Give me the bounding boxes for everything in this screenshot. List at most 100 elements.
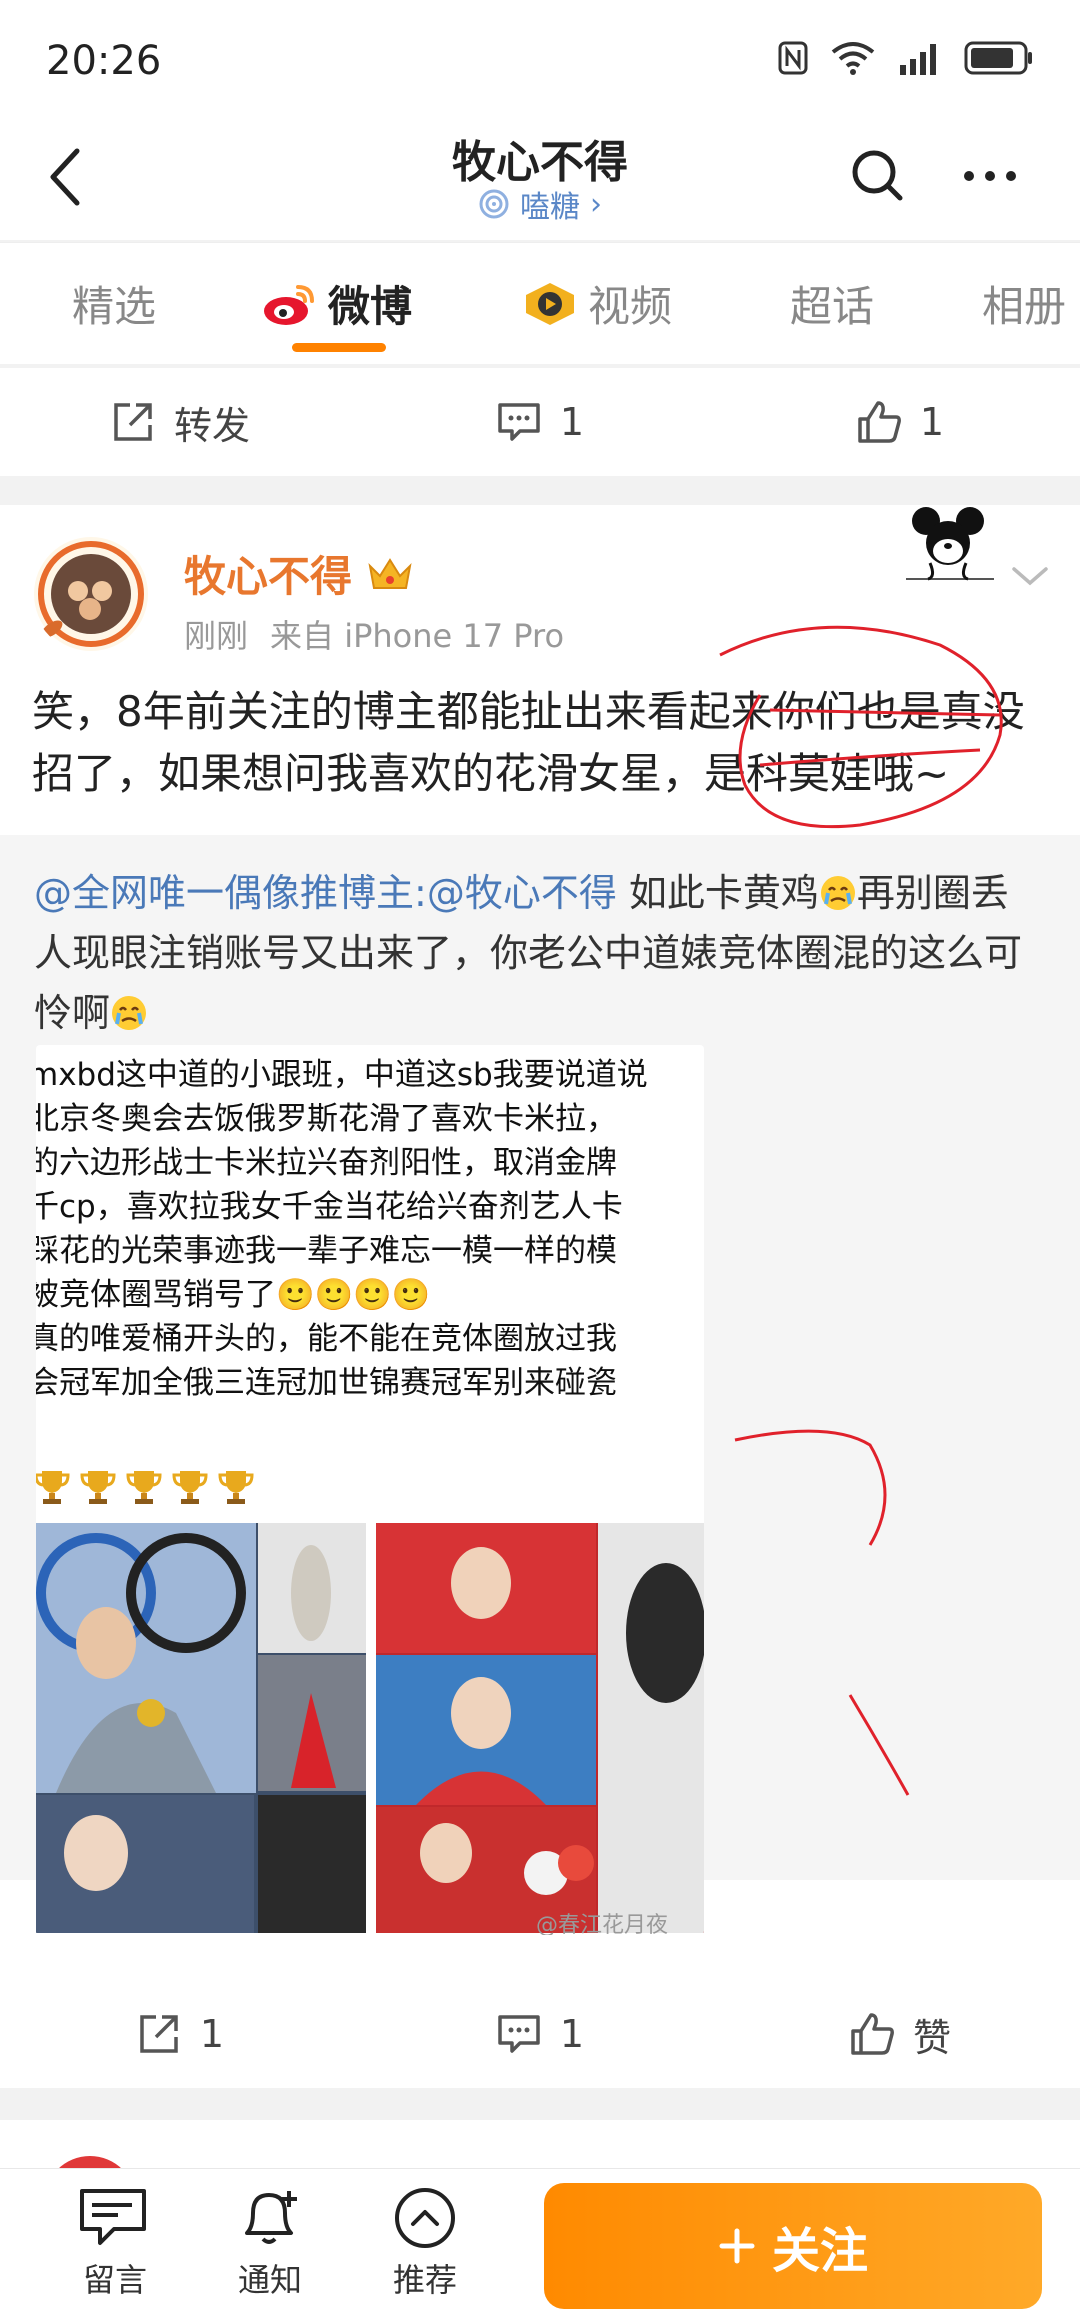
post-meta: 刚刚 来自 iPhone 17 Pro: [184, 611, 564, 657]
repost-label: 转发: [173, 403, 250, 448]
image-text-line: mxbd这中道的小跟班，中道这sb我要说道说: [36, 1057, 648, 1093]
comment-button[interactable]: 1: [360, 368, 720, 476]
image-text-line: 北京冬奥会去饭俄罗斯花滑了喜欢卡米拉，: [36, 1101, 617, 1137]
signal-icon: [900, 44, 936, 75]
repost-text-a: 如此卡黄鸡: [616, 871, 819, 915]
post-card: 牧心不得 刚刚 来自 iPhone 17 Pro 笑，8年前关注的博主都能扯出来看…: [0, 505, 1080, 1980]
username-text: 牧心不得: [184, 552, 353, 601]
tab-label: 视频: [588, 282, 673, 331]
up-circle-icon: [395, 2188, 455, 2248]
like-button[interactable]: 赞: [720, 1980, 1080, 2088]
plus-icon: [719, 2228, 755, 2264]
follow-label: 关注: [771, 2223, 868, 2279]
comment-icon: [498, 2015, 540, 2053]
share-icon: [140, 2015, 178, 2053]
comment-count: 1: [559, 2012, 585, 2056]
skater-photo-collage-right: [376, 1523, 704, 1933]
trophy-icon: [36, 1471, 70, 1504]
nfc-icon: [778, 41, 808, 75]
nav-bar: 牧心不得 嗑糖 ›: [0, 120, 1080, 240]
video-icon: [526, 282, 574, 325]
comment-icon: [498, 403, 540, 441]
follow-button[interactable]: 关注: [544, 2183, 1042, 2309]
image-text-line: 踩花的光荣事迹我一辈子难忘一模一样的模: [36, 1233, 617, 1269]
tab-featured[interactable]: 精选: [72, 273, 156, 334]
more-icon: [964, 171, 1016, 181]
skater-photo-collage-left: [36, 1523, 366, 1933]
comment-tab-button[interactable]: 留言: [60, 2187, 170, 2301]
image-text-line: 的六边形战士卡米拉兴奋剂阳性，取消金牌: [36, 1145, 617, 1181]
post-actions: 1 1 赞: [0, 1980, 1080, 2088]
crown-icon: [368, 557, 412, 589]
mention-link[interactable]: :@牧心不得: [414, 871, 617, 915]
image-watermark: @春江花月夜: [536, 1913, 669, 1935]
spiral-icon: [479, 189, 509, 219]
mickey-sticker-icon: [906, 507, 994, 581]
avatar[interactable]: [32, 535, 150, 653]
repost-button[interactable]: 转发: [0, 368, 360, 476]
weibo-logo-icon: [264, 284, 314, 325]
nav-subtitle: 嗑糖: [520, 190, 580, 225]
notify-button[interactable]: 通知: [215, 2187, 325, 2301]
like-count: 1: [919, 400, 945, 444]
battery-icon: [964, 41, 1032, 75]
repost-image[interactable]: mxbd这中道的小跟班，中道这sb我要说道说 北京冬奥会去饭俄罗斯花滑了喜欢卡米…: [36, 1045, 704, 1935]
page-title: 牧心不得: [452, 137, 628, 188]
bell-plus-icon: [245, 2191, 297, 2244]
tab-weibo[interactable]: 微博: [262, 273, 412, 334]
mention-link[interactable]: @全网唯一偶像推博主: [34, 871, 414, 915]
tab-video[interactable]: 视频: [522, 273, 672, 334]
image-text-line: 千cp，喜欢拉我女千金当花给兴奋剂艺人卡: [36, 1189, 623, 1225]
trophy-row: [36, 1467, 256, 1507]
repost-button[interactable]: 1: [0, 1980, 360, 2088]
tab-label: 超话: [790, 282, 875, 331]
repost-box[interactable]: @全网唯一偶像推博主:@牧心不得 如此卡黄鸡 再别圈丢人现眼注销账号又出来了，你老…: [0, 835, 1080, 1935]
trophy-icon: [218, 1471, 254, 1504]
status-time: 20:26: [46, 38, 162, 84]
recommend-button[interactable]: 推荐: [370, 2187, 480, 2301]
tab-album[interactable]: 相册: [982, 273, 1066, 334]
trophy-icon: [172, 1471, 208, 1504]
crying-emoji-icon: [820, 876, 855, 910]
recommend-label: 推荐: [392, 2261, 457, 2299]
thumbs-up-icon: [858, 401, 901, 443]
wifi-icon: [831, 42, 875, 75]
supertopic-link[interactable]: 嗑糖 ›: [0, 182, 1080, 228]
bottom-action-bar: 留言 通知 推荐 关注: [0, 2168, 1080, 2324]
comment-count: 1: [559, 400, 585, 444]
image-text-line: 被竞体圈骂销号了🙂🙂🙂🙂: [36, 1277, 431, 1313]
thumbs-up-icon: [851, 2013, 894, 2055]
tab-label: 精选: [72, 282, 157, 331]
image-text-line: 真的唯爱桶开头的，能不能在竞体圈放过我: [36, 1321, 617, 1357]
tab-bar: 精选 微博 视频 超话 相册: [0, 242, 1080, 364]
like-label: 赞: [912, 2015, 951, 2060]
image-text-line: 会冠军加全俄三连冠加世锦赛冠军别来碰瓷: [36, 1365, 617, 1401]
notify-label: 通知: [237, 2261, 302, 2299]
trophy-icon: [80, 1471, 116, 1504]
repost-count: 1: [199, 2012, 225, 2056]
tab-active-indicator: [292, 343, 386, 352]
like-button[interactable]: 1: [720, 368, 1080, 476]
chevron-right-icon: ›: [590, 186, 602, 222]
post-source: 来自 iPhone 17 Pro: [270, 617, 565, 655]
repost-text: @全网唯一偶像推博主:@牧心不得 如此卡黄鸡 再别圈丢人现眼注销账号又出来了，你老…: [34, 863, 1044, 1043]
trophy-icon: [126, 1471, 162, 1504]
share-icon: [114, 403, 152, 441]
status-bar: 20:26: [0, 0, 1080, 120]
tab-label: 微博: [328, 282, 413, 331]
search-button[interactable]: [848, 146, 908, 206]
tab-label: 相册: [982, 282, 1067, 331]
comment-tab-label: 留言: [82, 2261, 147, 2299]
post-username[interactable]: 牧心不得: [184, 543, 414, 604]
search-icon: [852, 150, 903, 201]
message-icon: [80, 2189, 146, 2245]
comment-button[interactable]: 1: [360, 1980, 720, 2088]
more-button[interactable]: [960, 146, 1020, 206]
post-time: 刚刚: [184, 617, 249, 655]
crying-emoji-icon: [112, 996, 147, 1030]
post-text: 笑，8年前关注的博主都能扯出来看起来你们也是真没招了，如果想问我喜欢的花滑女星，…: [32, 687, 1025, 798]
chevron-down-icon[interactable]: [1010, 561, 1050, 591]
tab-supertopic[interactable]: 超话: [790, 273, 874, 334]
image-text-block: mxbd这中道的小跟班，中道这sb我要说道说 北京冬奥会去饭俄罗斯花滑了喜欢卡米…: [36, 1053, 648, 1405]
prev-post-actions: 转发 1 1: [0, 368, 1080, 476]
